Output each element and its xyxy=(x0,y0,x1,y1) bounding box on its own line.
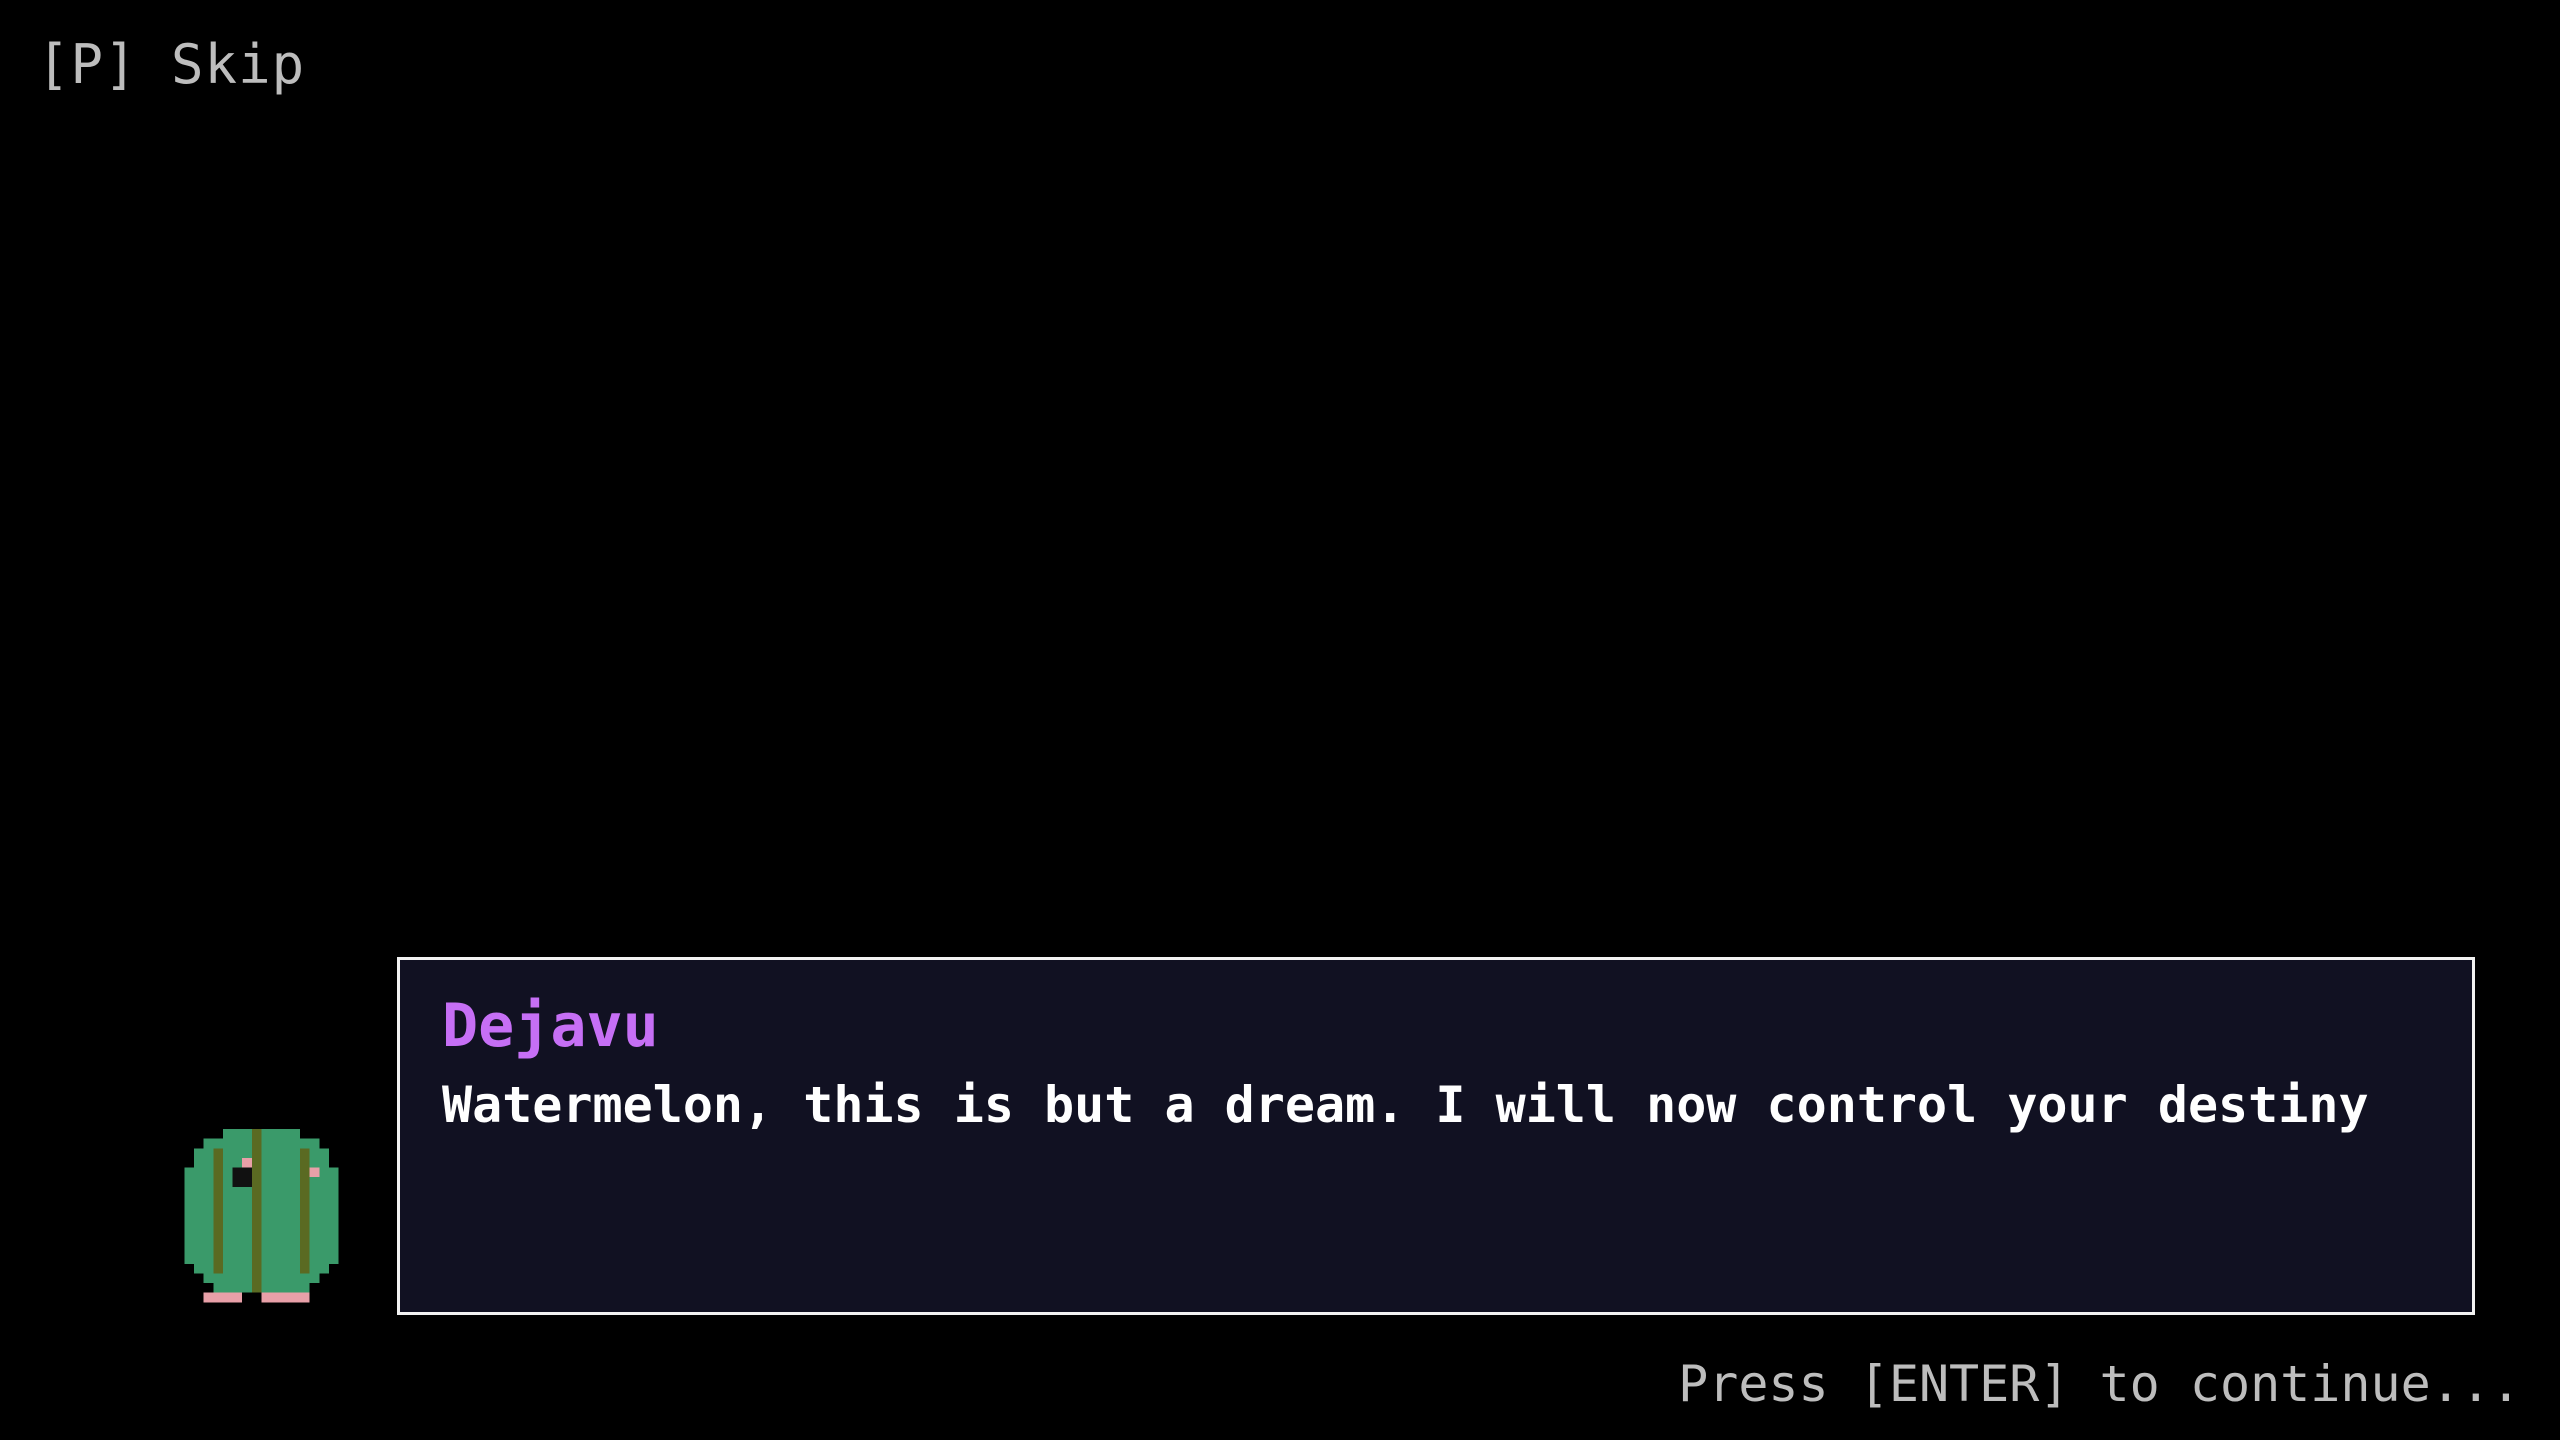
skip-hint[interactable]: [P] Skip xyxy=(37,30,305,100)
continue-hint[interactable]: Press [ENTER] to continue... xyxy=(1678,1352,2521,1416)
watermelon-character-icon xyxy=(183,1129,340,1312)
dialog-box: Dejavu Watermelon, this is but a dream. … xyxy=(397,957,2475,1315)
speaker-name: Dejavu xyxy=(442,991,659,1061)
dialog-text: Watermelon, this is but a dream. I will … xyxy=(442,1076,2369,1134)
